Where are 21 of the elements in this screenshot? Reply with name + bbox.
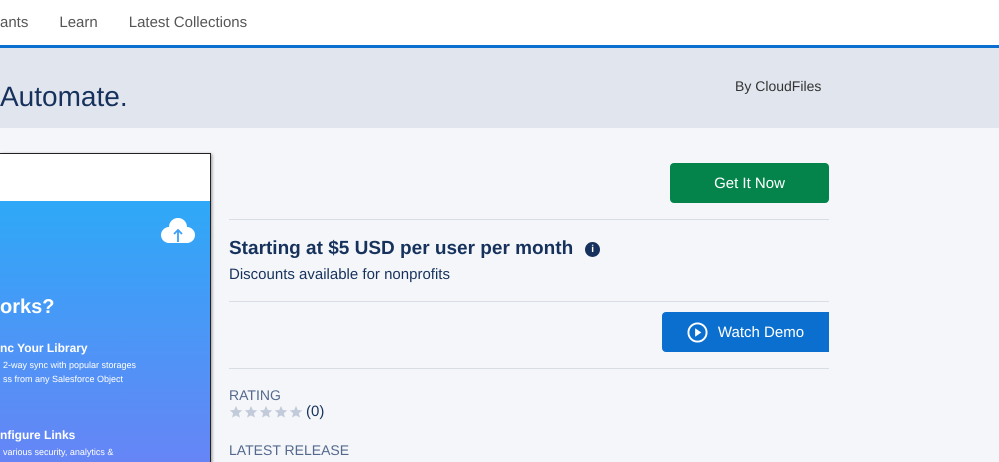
- page-title: Automate.: [0, 81, 128, 113]
- watch-demo-button[interactable]: Watch Demo: [662, 312, 829, 352]
- slide-heading: orks?: [0, 296, 56, 319]
- get-it-now-button[interactable]: Get It Now: [670, 163, 829, 203]
- play-icon: [686, 322, 708, 342]
- rating-label: RATING: [229, 387, 282, 403]
- nav-link[interactable]: Latest Collections: [128, 14, 248, 31]
- info-icon[interactable]: i: [585, 242, 600, 256]
- slide-text: 2-way sync with popular storages: [3, 359, 138, 372]
- cloud-upload-icon: [160, 217, 196, 245]
- rating-count: (0): [306, 403, 324, 420]
- publisher-text: By CloudFiles: [735, 78, 822, 94]
- nav-link[interactable]: ants: [0, 14, 28, 31]
- slide-subheading: nfigure Links: [0, 428, 76, 442]
- slide-text: various security, analytics &: [3, 446, 114, 459]
- slide-text: ss from any Salesforce Object: [3, 373, 124, 386]
- release-label: LATEST RELEASE: [229, 442, 350, 458]
- price-text: Starting at $5 USD per user per month: [229, 238, 574, 260]
- discount-note: Discounts available for nonprofits: [229, 266, 451, 283]
- nav-link[interactable]: Learn: [59, 14, 98, 31]
- slide-subheading: nc Your Library: [0, 341, 89, 355]
